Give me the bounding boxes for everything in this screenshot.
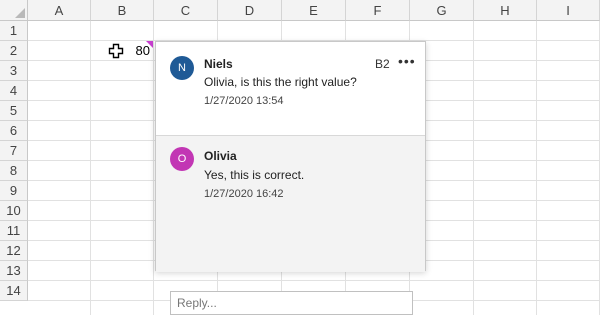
- gridline: [473, 21, 474, 315]
- row-header-3[interactable]: 3: [0, 61, 28, 81]
- row-header-5[interactable]: 5: [0, 101, 28, 121]
- avatar-initial: N: [178, 62, 186, 74]
- avatar: N: [170, 56, 194, 80]
- cell-cursor-icon: [108, 43, 124, 59]
- more-options-button[interactable]: •••: [398, 53, 416, 69]
- comment-text: Yes, this is correct.: [204, 168, 305, 182]
- row-header-14[interactable]: 14: [0, 281, 28, 301]
- comment-timestamp: 1/27/2020 13:54: [204, 95, 284, 107]
- select-all-corner[interactable]: [0, 0, 28, 21]
- avatar: O: [170, 147, 194, 171]
- column-header-f[interactable]: F: [346, 0, 410, 21]
- comment-cell-reference: B2: [375, 57, 390, 71]
- comment-author: Niels: [204, 57, 233, 71]
- comment-indicator[interactable]: [146, 41, 153, 48]
- row-header-2[interactable]: 2: [0, 41, 28, 61]
- row-header-1[interactable]: 1: [0, 21, 28, 41]
- row-header-10[interactable]: 10: [0, 201, 28, 221]
- gridline: [536, 21, 537, 315]
- column-header-i[interactable]: I: [537, 0, 600, 21]
- row-header-7[interactable]: 7: [0, 141, 28, 161]
- gridline: [90, 21, 91, 315]
- gridline: [28, 280, 600, 281]
- row-header-6[interactable]: 6: [0, 121, 28, 141]
- comment-timestamp: 1/27/2020 16:42: [204, 188, 284, 200]
- comment-text: Olivia, is this the right value?: [204, 75, 357, 89]
- column-header-b[interactable]: B: [91, 0, 154, 21]
- column-header-a[interactable]: A: [28, 0, 91, 21]
- column-header-g[interactable]: G: [410, 0, 474, 21]
- row-header-12[interactable]: 12: [0, 241, 28, 261]
- column-header-d[interactable]: D: [218, 0, 282, 21]
- comment-thread-item: N Niels B2 ••• Olivia, is this the right…: [156, 42, 425, 136]
- row-header-9[interactable]: 9: [0, 181, 28, 201]
- column-header-e[interactable]: E: [282, 0, 346, 21]
- row-header-13[interactable]: 13: [0, 261, 28, 281]
- avatar-initial: O: [177, 153, 187, 165]
- gridline: [153, 21, 154, 315]
- column-header-h[interactable]: H: [474, 0, 537, 21]
- reply-input[interactable]: [170, 291, 413, 315]
- row-header-8[interactable]: 8: [0, 161, 28, 181]
- comment-author: Olivia: [204, 149, 237, 163]
- row-header-11[interactable]: 11: [0, 221, 28, 241]
- comment-thread-item: O Olivia Yes, this is correct. 1/27/2020…: [156, 136, 425, 315]
- column-header-c[interactable]: C: [154, 0, 218, 21]
- comment-pane: N Niels B2 ••• Olivia, is this the right…: [155, 41, 426, 315]
- row-header-4[interactable]: 4: [0, 81, 28, 101]
